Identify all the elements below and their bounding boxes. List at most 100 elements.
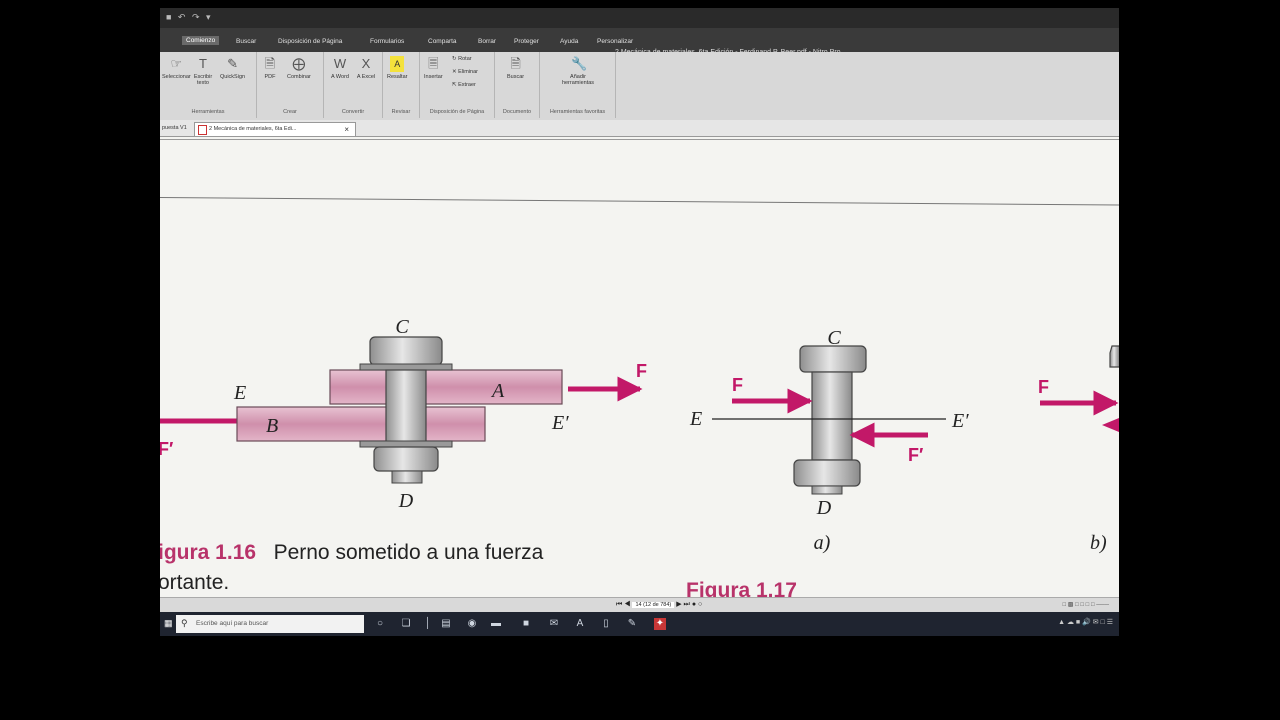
to-excel-button[interactable]: XA Excel [356, 56, 376, 80]
monitor-screen: ■ ↶ ↷ ▾ 2 Mecánica de materiales, 6ta Ed… [160, 8, 1119, 636]
ribbon-group-herramientas: ☞ Seleccionar T Escribir texto ✎ QuickSign … [160, 52, 257, 118]
extract-button[interactable]: ⇱ Extraer [452, 82, 476, 88]
play-icon[interactable]: ● [692, 601, 696, 608]
prev-page-icon[interactable]: ◀ [624, 601, 630, 608]
first-page-icon[interactable]: ⏮ [616, 601, 622, 608]
rotate-button[interactable]: ↻ Rotar [452, 56, 472, 62]
group-label: Revisar [391, 109, 411, 115]
tab-buscar[interactable]: Buscar [236, 38, 256, 45]
quick-access-toolbar[interactable]: ■ ↶ ↷ ▾ [166, 12, 213, 23]
file-explorer-icon[interactable]: ▬ [490, 618, 502, 630]
bolt-shank [385, 369, 427, 443]
label-sub-b: b) [1090, 532, 1107, 554]
label-d: D [398, 490, 414, 512]
start-icon[interactable]: ▦ [164, 618, 174, 628]
washer-bottom [359, 440, 453, 448]
next-page-icon[interactable]: ▶ [676, 601, 681, 608]
pdf-button[interactable]: 🗎 PDF [263, 56, 277, 80]
app-icon[interactable]: │ [422, 618, 434, 630]
tab-ayuda[interactable]: Ayuda [560, 38, 578, 45]
label-a: A [490, 380, 505, 402]
caption-figure-1-16-line2: ortante. [160, 571, 230, 594]
stop-icon[interactable]: ○ [698, 601, 702, 608]
label-f-prime: F′ [160, 439, 173, 459]
phone-icon[interactable]: ▯ [600, 618, 612, 630]
find-button[interactable]: 🗎 Buscar [507, 56, 524, 80]
bolt-head [799, 345, 867, 373]
ribbon-group-revisar: A Resaltar Revisar [383, 52, 420, 118]
label-c: C [827, 327, 841, 349]
insert-page-icon: 🗏 [428, 56, 439, 71]
font-app-icon[interactable]: A [574, 618, 586, 630]
tab-disposicion[interactable]: Disposición de Página [278, 38, 342, 45]
ribbon-group-convertir: WA Word XA Excel Convertir [324, 52, 383, 118]
windows-taskbar: ▦ ⚲ Escribe aquí para buscar ○ ❏ │ ▤ ◉ ▬… [160, 612, 1119, 636]
pdf-doc-icon: 🗎 [264, 56, 276, 71]
tab-borrar[interactable]: Borrar [478, 38, 496, 45]
app-icon-dark[interactable]: ■ [520, 618, 532, 630]
mail-icon[interactable]: ✉ [548, 618, 560, 630]
pdf-icon [198, 125, 207, 135]
label-e-prime: E′ [951, 410, 969, 432]
label-f-prime: F′ [908, 445, 923, 465]
delete-button[interactable]: ✕ Eliminar [452, 69, 478, 75]
tab-comparta[interactable]: Comparta [428, 38, 457, 45]
chrome-icon[interactable]: ◉ [466, 618, 478, 630]
add-tools-button[interactable]: 🔧 Añadir herramientas [556, 56, 600, 86]
figure-1-17-b: F b) [1038, 345, 1119, 554]
nut [373, 446, 439, 472]
label-d: D [816, 497, 832, 519]
title-bar: ■ ↶ ↷ ▾ [160, 8, 1119, 28]
group-label: Disposición de Página [429, 109, 485, 115]
type-text-button[interactable]: T Escribir texto [190, 56, 216, 86]
to-word-button[interactable]: WA Word [330, 56, 350, 80]
tab-personalizar[interactable]: Personalizar [597, 38, 633, 45]
nitro-pro-icon[interactable]: ✦ [654, 618, 666, 630]
document-view[interactable]: C E A B E′ F F′ D C F E E′ F′ D a) F b) … [160, 137, 1119, 602]
label-f: F [1038, 377, 1049, 397]
tab-proteger[interactable]: Proteger [514, 38, 539, 45]
tab-comienzo[interactable]: Comienzo [182, 36, 220, 45]
label-e: E [233, 382, 246, 404]
label-c: C [395, 316, 409, 338]
bolt-head [369, 336, 443, 366]
label-e: E [689, 408, 702, 430]
quicksign-button[interactable]: ✎ QuickSign [220, 56, 245, 80]
ribbon-group-favoritas: 🔧 Añadir herramientas Herramientas favori… [540, 52, 616, 118]
tab-formularios[interactable]: Formularios [370, 38, 404, 45]
system-tray[interactable]: ▲ ☁ ■ 🔊 ✉ □ ☰ [1058, 618, 1113, 626]
insert-button[interactable]: 🗏 Insertar [424, 56, 443, 80]
plate-a [329, 369, 563, 405]
doc-tab-previous[interactable]: puesta V1 [160, 122, 187, 135]
word-app-icon[interactable]: ▤ [440, 618, 452, 630]
tools-icon: 🔧 [571, 56, 588, 71]
page-number-field[interactable]: 14 (12 de 784) [632, 602, 675, 608]
ribbon-group-crear: 🗎 PDF ⨁ Combinar Crear [257, 52, 324, 118]
bolt-head-partial [1109, 345, 1119, 368]
view-mode-icons[interactable]: □ ▩ □ □ □ □ ─── [1062, 601, 1109, 608]
cortana-icon[interactable]: ○ [374, 618, 386, 630]
last-page-icon[interactable]: ⏭ [684, 601, 690, 608]
combine-button[interactable]: ⨁ Combinar [287, 56, 311, 80]
ribbon: ☞ Seleccionar T Escribir texto ✎ QuickSign … [160, 52, 1119, 121]
group-label: Documento [502, 109, 532, 115]
select-button[interactable]: ☞ Seleccionar [162, 56, 191, 80]
pen-app-icon[interactable]: ✎ [626, 618, 638, 630]
pen-icon: ✎ [227, 56, 238, 71]
group-label: Convertir [341, 109, 365, 115]
figures-canvas: C E A B E′ F F′ D C F E E′ F′ D a) F b) [160, 316, 1119, 554]
taskbar-search[interactable]: ⚲ Escribe aquí para buscar [176, 615, 364, 633]
group-label: Herramientas [191, 109, 225, 115]
page-navigation[interactable]: ⏮ ◀ 14 (12 de 784) ▶ ⏭ ● ○ [616, 600, 702, 609]
label-f: F [636, 361, 647, 381]
caption-figure-1-16: igura 1.16 Perno sometido a una fuerza [160, 541, 543, 565]
bolt-thread [811, 485, 843, 495]
close-tab-icon[interactable]: × [344, 123, 349, 136]
doc-tab-active[interactable]: 2 Mecánica de materiales, 6ta Edi... × [194, 122, 356, 136]
caption-text: Perno sometido a una fuerza [273, 541, 544, 564]
task-view-icon[interactable]: ❏ [400, 618, 412, 630]
nut [793, 459, 861, 487]
text-icon: T [199, 56, 207, 71]
highlight-button[interactable]: A Resaltar [387, 56, 407, 80]
status-bar: ⏮ ◀ 14 (12 de 784) ▶ ⏭ ● ○ □ ▩ □ □ □ □ ─… [160, 597, 1119, 612]
